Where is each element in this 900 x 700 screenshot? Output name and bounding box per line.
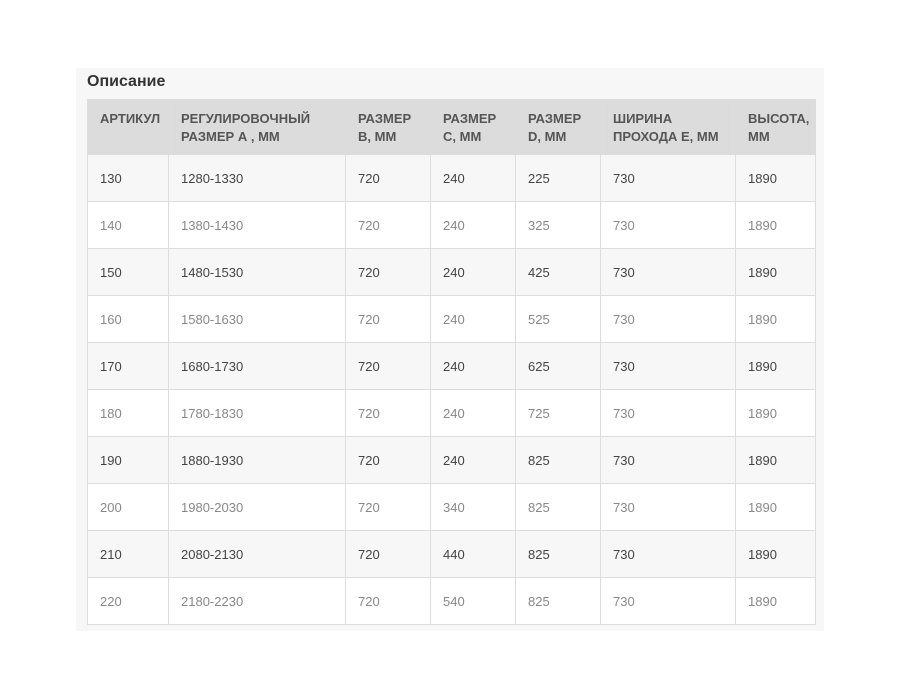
- cell-size-a: 1480-1530: [168, 248, 346, 296]
- header-size-c: РАЗМЕР C, ММ: [430, 99, 516, 155]
- table-row: 140 1380-1430 720 240 325 730 1890: [87, 201, 816, 249]
- cell-size-b: 720: [345, 201, 431, 249]
- cell-size-c: 240: [430, 295, 516, 343]
- cell-size-c: 240: [430, 154, 516, 202]
- table-header-row: АРТИКУЛ РЕГУЛИРОВОЧНЫЙ РАЗМЕР А , ММ РАЗМ…: [87, 99, 816, 155]
- cell-size-d: 525: [515, 295, 601, 343]
- cell-size-a: 1380-1430: [168, 201, 346, 249]
- cell-passage-width-e: 730: [600, 248, 736, 296]
- cell-size-c: 340: [430, 483, 516, 531]
- cell-height: 1890: [735, 154, 816, 202]
- description-panel: Описание АРТИКУЛ РЕГУЛИРОВОЧНЫЙ РАЗМЕР А …: [76, 68, 824, 631]
- cell-height: 1890: [735, 436, 816, 484]
- table-row: 170 1680-1730 720 240 625 730 1890: [87, 342, 816, 390]
- cell-article: 180: [87, 389, 169, 437]
- cell-size-b: 720: [345, 483, 431, 531]
- cell-size-d: 825: [515, 530, 601, 578]
- cell-passage-width-e: 730: [600, 577, 736, 625]
- section-title: Описание: [87, 73, 166, 90]
- cell-height: 1890: [735, 483, 816, 531]
- table-row: 190 1880-1930 720 240 825 730 1890: [87, 436, 816, 484]
- header-height: ВЫСОТА, ММ: [735, 99, 816, 155]
- cell-article: 140: [87, 201, 169, 249]
- cell-height: 1890: [735, 577, 816, 625]
- cell-passage-width-e: 730: [600, 389, 736, 437]
- table-row: 220 2180-2230 720 540 825 730 1890: [87, 577, 816, 625]
- cell-height: 1890: [735, 530, 816, 578]
- cell-article: 150: [87, 248, 169, 296]
- cell-size-c: 240: [430, 248, 516, 296]
- header-passage-width-e: ШИРИНА ПРОХОДА E, ММ: [600, 99, 736, 155]
- cell-article: 160: [87, 295, 169, 343]
- cell-size-c: 240: [430, 436, 516, 484]
- cell-size-a: 1580-1630: [168, 295, 346, 343]
- cell-height: 1890: [735, 248, 816, 296]
- cell-size-a: 1280-1330: [168, 154, 346, 202]
- cell-height: 1890: [735, 342, 816, 390]
- cell-size-d: 825: [515, 483, 601, 531]
- cell-size-c: 540: [430, 577, 516, 625]
- table-row: 200 1980-2030 720 340 825 730 1890: [87, 483, 816, 531]
- cell-size-b: 720: [345, 436, 431, 484]
- cell-article: 190: [87, 436, 169, 484]
- table-row: 130 1280-1330 720 240 225 730 1890: [87, 154, 816, 202]
- cell-size-d: 825: [515, 436, 601, 484]
- cell-size-b: 720: [345, 154, 431, 202]
- cell-article: 210: [87, 530, 169, 578]
- cell-size-a: 2080-2130: [168, 530, 346, 578]
- cell-height: 1890: [735, 201, 816, 249]
- cell-size-a: 1680-1730: [168, 342, 346, 390]
- table-row: 150 1480-1530 720 240 425 730 1890: [87, 248, 816, 296]
- header-size-b: РАЗМЕР B, ММ: [345, 99, 431, 155]
- cell-size-a: 1780-1830: [168, 389, 346, 437]
- cell-size-d: 725: [515, 389, 601, 437]
- cell-height: 1890: [735, 389, 816, 437]
- cell-size-b: 720: [345, 577, 431, 625]
- cell-size-a: 2180-2230: [168, 577, 346, 625]
- cell-size-b: 720: [345, 295, 431, 343]
- cell-passage-width-e: 730: [600, 530, 736, 578]
- header-size-a: РЕГУЛИРОВОЧНЫЙ РАЗМЕР А , ММ: [168, 99, 346, 155]
- cell-article: 130: [87, 154, 169, 202]
- cell-passage-width-e: 730: [600, 342, 736, 390]
- cell-size-b: 720: [345, 389, 431, 437]
- cell-size-d: 325: [515, 201, 601, 249]
- cell-size-d: 625: [515, 342, 601, 390]
- cell-size-c: 440: [430, 530, 516, 578]
- cell-article: 220: [87, 577, 169, 625]
- table-row: 180 1780-1830 720 240 725 730 1890: [87, 389, 816, 437]
- cell-size-c: 240: [430, 389, 516, 437]
- cell-passage-width-e: 730: [600, 483, 736, 531]
- cell-size-a: 1980-2030: [168, 483, 346, 531]
- cell-size-a: 1880-1930: [168, 436, 346, 484]
- table-row: 160 1580-1630 720 240 525 730 1890: [87, 295, 816, 343]
- header-article: АРТИКУЛ: [87, 99, 169, 155]
- cell-passage-width-e: 730: [600, 154, 736, 202]
- cell-article: 200: [87, 483, 169, 531]
- cell-size-c: 240: [430, 201, 516, 249]
- header-size-d: РАЗМЕР D, ММ: [515, 99, 601, 155]
- cell-size-d: 225: [515, 154, 601, 202]
- cell-passage-width-e: 730: [600, 436, 736, 484]
- cell-passage-width-e: 730: [600, 295, 736, 343]
- cell-height: 1890: [735, 295, 816, 343]
- table-row: 210 2080-2130 720 440 825 730 1890: [87, 530, 816, 578]
- cell-size-b: 720: [345, 248, 431, 296]
- cell-size-d: 825: [515, 577, 601, 625]
- cell-article: 170: [87, 342, 169, 390]
- cell-size-d: 425: [515, 248, 601, 296]
- cell-size-b: 720: [345, 342, 431, 390]
- specifications-table: АРТИКУЛ РЕГУЛИРОВОЧНЫЙ РАЗМЕР А , ММ РАЗМ…: [87, 99, 816, 625]
- cell-size-b: 720: [345, 530, 431, 578]
- cell-passage-width-e: 730: [600, 201, 736, 249]
- cell-size-c: 240: [430, 342, 516, 390]
